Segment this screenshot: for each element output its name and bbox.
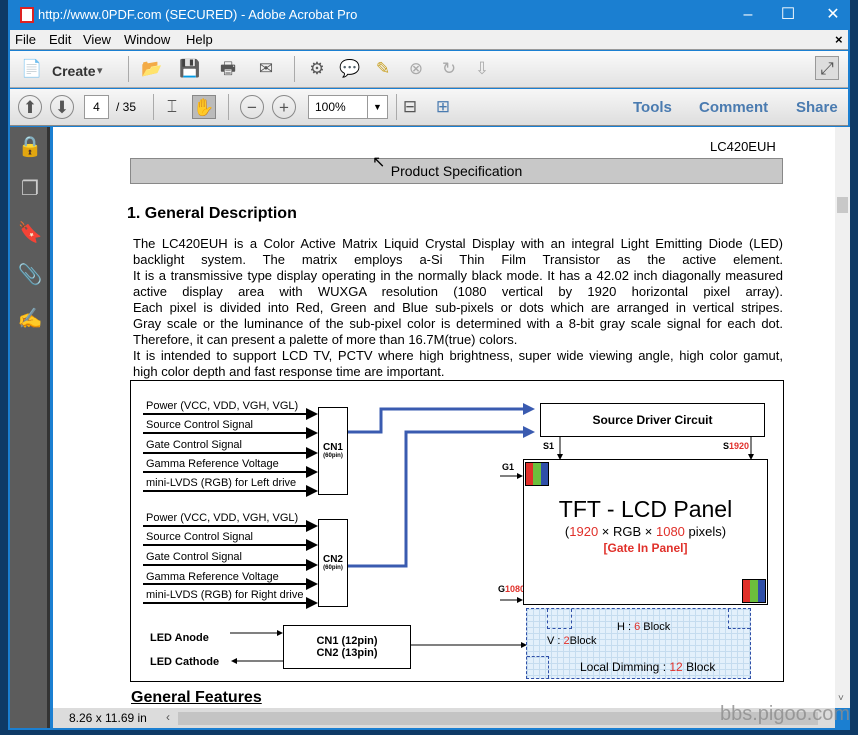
cn2-signal: Power (VCC, VDD, VGH, VGL) (146, 512, 299, 524)
rgb-pixel-icon (742, 579, 766, 603)
panel-resolution: (1920 × RGB × 1080 pixels) (564, 524, 727, 539)
cn1-signal: Power (VCC, VDD, VGH, VGL) (146, 400, 299, 412)
total-blocks: Local Dimming : 12 Block (580, 660, 716, 674)
cn1-signal: Source Control Signal (146, 419, 254, 431)
panel-title: TFT - LCD Panel (558, 496, 733, 522)
source-driver-circuit: Source Driver Circuit (540, 403, 765, 437)
cn1-connector: CN1 (60pin) (318, 407, 348, 495)
led-cathode-label: LED Cathode (150, 656, 220, 668)
v-blocks: V : 2Block (547, 635, 597, 647)
s1-label: S1 (543, 441, 555, 451)
cn2-data-line (348, 426, 535, 568)
tft-lcd-panel: TFT - LCD Panel (1920 × RGB × 1080 pixel… (523, 459, 768, 605)
cn1-signal: Gamma Reference Voltage (146, 458, 279, 470)
h-blocks: H : 6 Block (617, 621, 671, 633)
cn1-signal: Gate Control Signal (146, 439, 242, 451)
led-anode-label: LED Anode (150, 632, 209, 644)
led-connector: CN1 (12pin) CN2 (13pin) (283, 625, 411, 669)
cn2-connector: CN2 (60pin) (318, 519, 348, 607)
cn1-pins: (60pin) (323, 453, 343, 459)
cn2-signal: mini-LVDS (RGB) for Right drive (146, 589, 304, 601)
cn1-data-line (348, 403, 535, 434)
dimming-block (527, 656, 549, 678)
cn2-signal: Gamma Reference Voltage (146, 571, 279, 583)
led-cn1-label: CN1 (12pin) (316, 635, 378, 647)
cn2-label: CN2 (322, 554, 343, 565)
rgb-pixel-icon (525, 462, 549, 486)
dimming-block (728, 609, 750, 629)
local-dimming-area: H : 6 Block V : 2Block Local Dimming : 1… (526, 608, 751, 679)
dimming-block (547, 609, 572, 629)
panel-note: [Gate In Panel] (603, 541, 688, 555)
s1920-label: S1920 (723, 441, 750, 451)
g1080-label: G1080 (498, 584, 526, 594)
led-cn2-label: CN2 (13pin) (316, 647, 378, 659)
cn2-signal: Source Control Signal (146, 531, 254, 543)
cn1-signal: mini-LVDS (RGB) for Left drive (146, 477, 297, 489)
cn1-label: CN1 (322, 442, 343, 453)
cn2-signal: Gate Control Signal (146, 551, 242, 563)
cn2-pins: (60pin) (323, 565, 343, 571)
general-features-heading: General Features (131, 689, 262, 706)
g1-label: G1 (502, 462, 515, 472)
